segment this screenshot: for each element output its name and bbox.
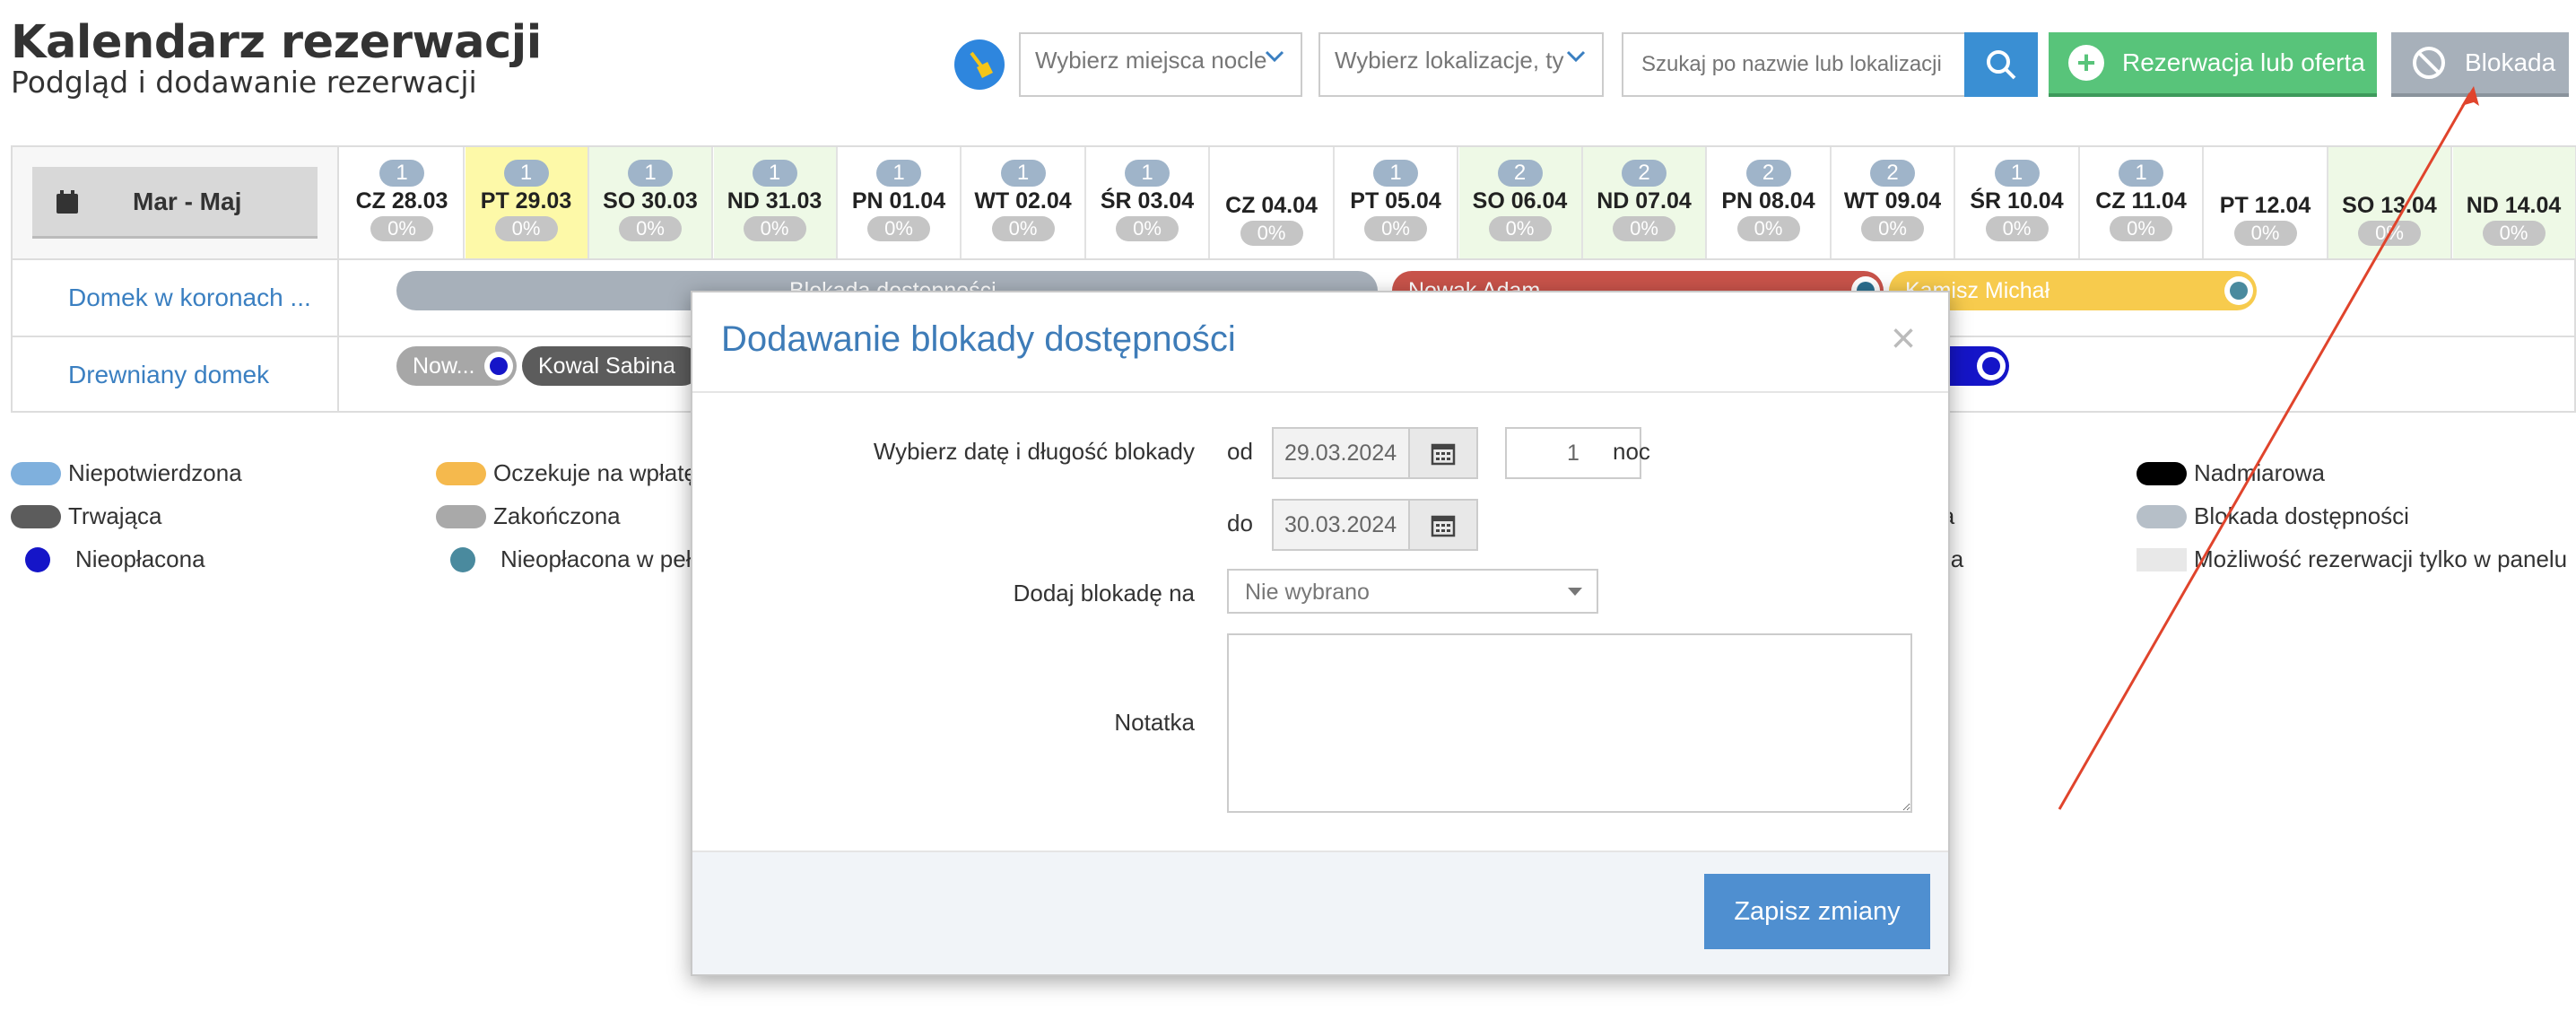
calendar-icon[interactable] (1408, 427, 1478, 479)
to-date-group (1272, 499, 1478, 551)
to-label: do (1227, 510, 1253, 537)
block-target-select[interactable]: Nie wybrano (1227, 569, 1598, 614)
close-icon[interactable]: × (1891, 318, 1916, 361)
date-length-label: Wybierz datę i długość blokady (873, 438, 1195, 465)
from-date-group (1272, 427, 1478, 479)
save-button[interactable]: Zapisz zmiany (1704, 874, 1930, 949)
note-textarea[interactable] (1227, 633, 1912, 813)
to-date-input[interactable] (1272, 499, 1408, 551)
from-date-input[interactable] (1272, 427, 1408, 479)
block-availability-dialog: Dodawanie blokady dostępności × Wybierz … (691, 291, 1950, 976)
note-label: Notatka (1114, 709, 1195, 736)
from-label: od (1227, 438, 1253, 465)
dialog-divider (692, 391, 1948, 393)
caret-down-icon (1568, 588, 1582, 596)
nights-unit: noc (1613, 438, 1650, 465)
add-block-on-label: Dodaj blokadę na (1013, 580, 1195, 606)
calendar-icon[interactable] (1408, 499, 1478, 551)
dialog-title: Dodawanie blokady dostępności (721, 319, 1236, 359)
